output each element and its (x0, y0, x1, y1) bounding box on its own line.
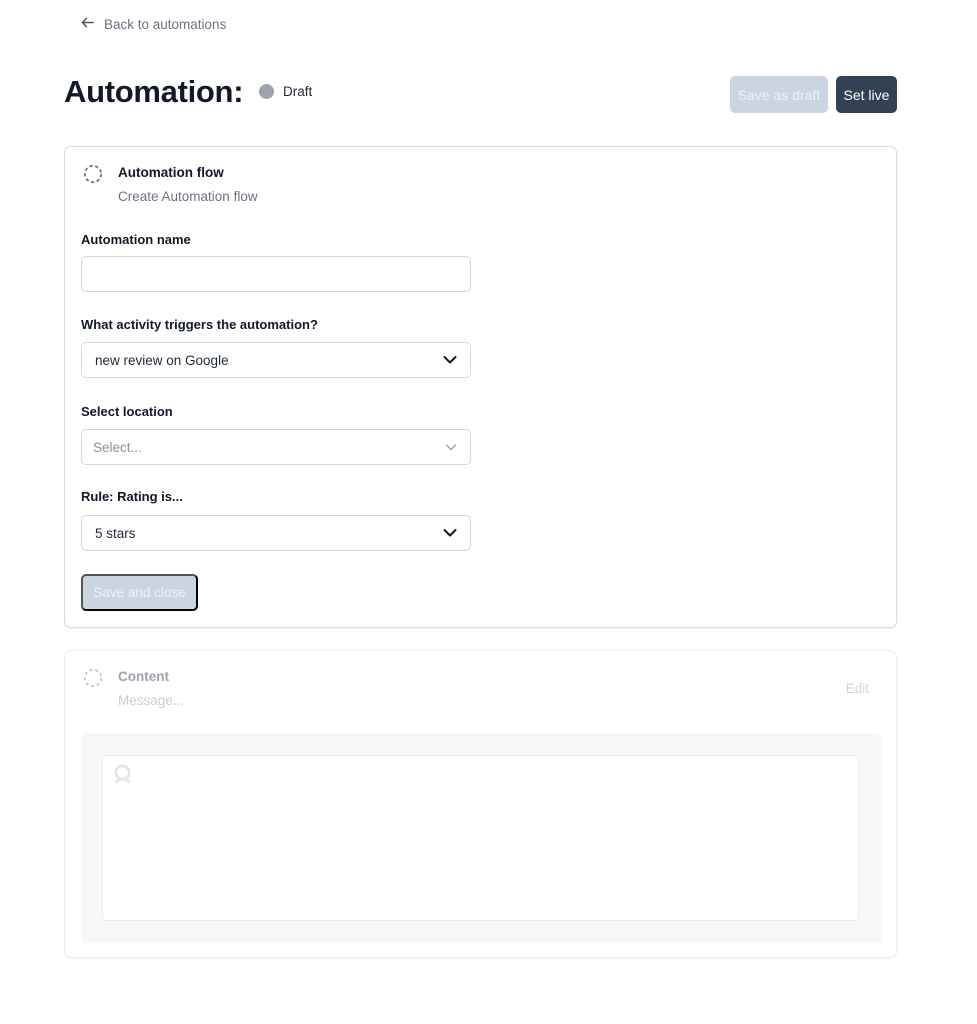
avatar-icon (112, 764, 133, 785)
automation-name-input[interactable] (81, 256, 471, 292)
back-link-label: Back to automations (104, 16, 227, 32)
step-progress-icon (83, 164, 103, 184)
save-and-close-button[interactable]: Save and close (81, 574, 198, 611)
location-select[interactable]: Select... (81, 429, 471, 465)
edit-content-link[interactable]: Edit (846, 681, 869, 696)
automation-name-label: Automation name (81, 232, 191, 247)
location-select-placeholder: Select... (93, 439, 142, 455)
message-preview-area (81, 733, 882, 943)
page-header: Automation: Draft Save as draft Set live (64, 72, 897, 116)
chevron-down-icon (443, 526, 457, 541)
card-title: Content (118, 669, 169, 684)
chevron-down-icon (443, 353, 457, 368)
step-progress-icon (83, 668, 103, 688)
set-live-button[interactable]: Set live (836, 76, 897, 113)
content-card: Content Message... Edit (64, 650, 897, 958)
trigger-select[interactable]: new review on Google (81, 342, 471, 378)
trigger-select-value: new review on Google (95, 352, 229, 368)
rating-select-value: 5 stars (95, 525, 136, 541)
rating-rule-label: Rule: Rating is... (81, 489, 183, 504)
card-subtitle: Create Automation flow (118, 189, 258, 204)
rating-select[interactable]: 5 stars (81, 515, 471, 551)
save-as-draft-button[interactable]: Save as draft (730, 76, 828, 113)
arrow-left-icon (80, 15, 95, 33)
status-dot-icon (259, 84, 274, 99)
card-title: Automation flow (118, 165, 224, 180)
status-badge: Draft (259, 84, 312, 99)
location-label: Select location (81, 404, 173, 419)
message-preview (102, 755, 859, 921)
chevron-down-icon (445, 440, 457, 455)
trigger-label: What activity triggers the automation? (81, 317, 318, 332)
status-label: Draft (283, 84, 313, 99)
page-title: Automation: (64, 74, 244, 109)
automation-flow-card: Automation flow Create Automation flow A… (64, 146, 897, 628)
back-to-automations-link[interactable]: Back to automations (80, 15, 226, 33)
card-subtitle: Message... (118, 693, 185, 708)
